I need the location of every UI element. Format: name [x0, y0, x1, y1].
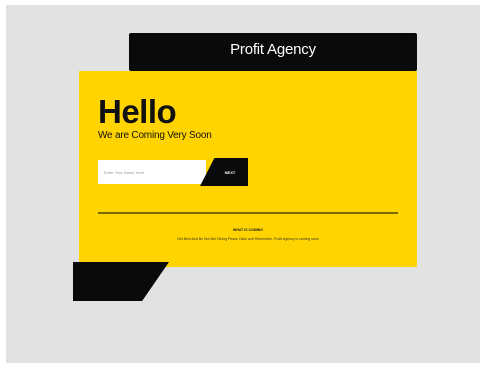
- info-text: Get Best And Be Not Bet Timing Peace Cal…: [177, 237, 319, 241]
- coming-soon-card: Hello We are Coming Very Soon NEXT WHAT …: [79, 71, 417, 267]
- name-input[interactable]: [98, 160, 206, 184]
- next-button[interactable]: NEXT: [200, 158, 248, 186]
- hero-heading: Hello: [98, 93, 177, 130]
- divider: [98, 212, 398, 214]
- header-bar: Profit Agency: [129, 33, 417, 71]
- info-heading: WHAT IS COMING: [233, 228, 263, 232]
- brand-title: Profit Agency: [230, 41, 316, 58]
- hero-subtitle: We are Coming Very Soon: [98, 130, 212, 141]
